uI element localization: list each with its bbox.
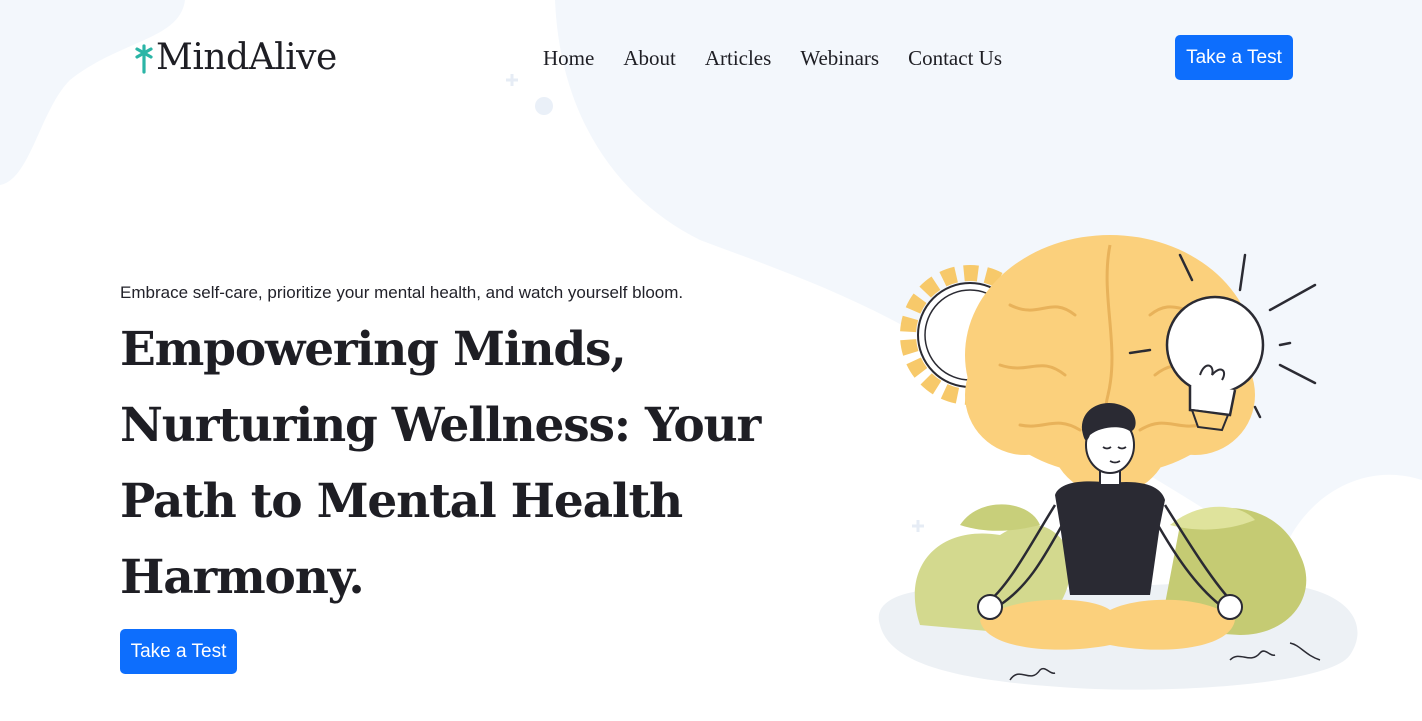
nav-home-link[interactable]: Home [543,44,594,72]
nav-webinars-link[interactable]: Webinars [800,44,879,72]
hero-title-line: Harmony. [120,550,365,605]
hero-section: Embrace self-care, prioritize your menta… [120,280,780,616]
nav-about-link[interactable]: About [623,44,676,72]
hero-title-line: Nurturing Wellness: Your [120,398,761,453]
header-take-test-button[interactable]: Take a Test [1175,35,1293,80]
hero-tagline: Embrace self-care, prioritize your menta… [120,283,684,302]
hero-take-test-button[interactable]: Take a Test [120,629,237,674]
nav-contact-link[interactable]: Contact Us [908,44,1002,72]
main-nav: Home About Articles Webinars Contact Us [543,44,1002,72]
hero-title: Empowering Minds, Nurturing Wellness: Yo… [120,312,780,616]
hero-title-line: Empowering Minds, [120,322,627,377]
meditating-person-brain-illustration [878,235,1358,690]
logo[interactable]: MindAlive [134,36,337,80]
nav-articles-link[interactable]: Articles [705,44,771,72]
brand-name: MindAlive [156,37,337,78]
logo-asterisk-icon [135,44,153,74]
hero-title-line: Path to Mental Health [120,474,683,529]
site-header: MindAlive Home About Articles Webinars C… [0,0,1422,115]
